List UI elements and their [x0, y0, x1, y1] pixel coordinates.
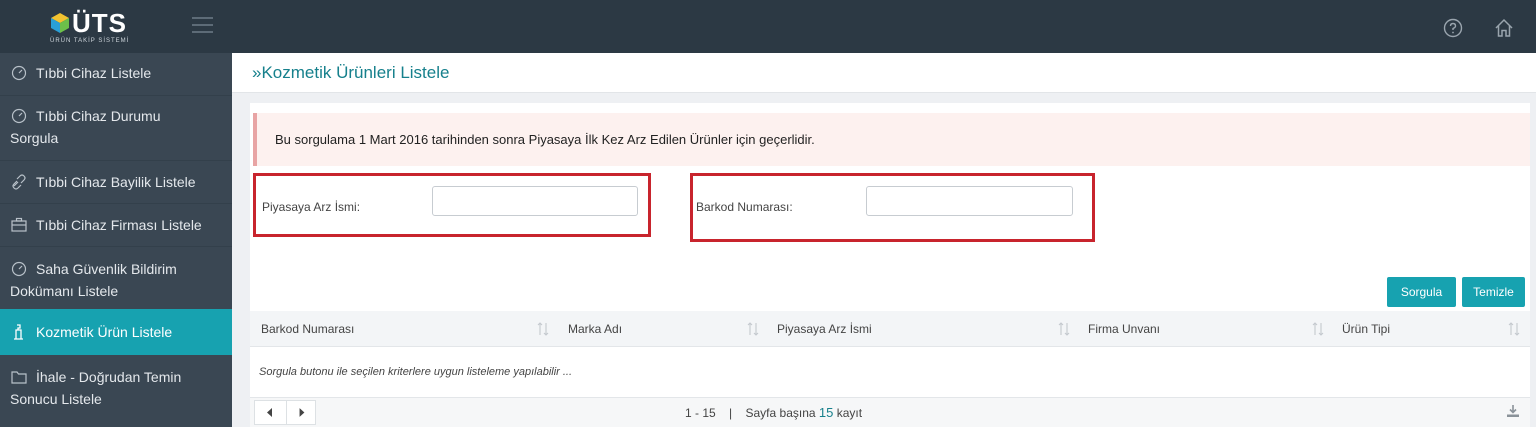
download-icon[interactable]	[1506, 404, 1520, 418]
results-table-header: Barkod Numarası Marka Adı Piyasaya Arz İ…	[250, 311, 1530, 347]
barkod-numarasi-input[interactable]	[866, 186, 1073, 216]
next-page-icon[interactable]	[286, 401, 316, 424]
sidebar-item-tibbi-cihaz-bayilik-listele[interactable]: Tıbbi Cihaz Bayilik Listele	[0, 171, 232, 193]
top-bar: ÜTS ÜRÜN TAKİP SİSTEMİ	[0, 0, 1536, 53]
sidebar-item-label: Saha Güvenlik Bildirim Dokümanı Listele	[10, 261, 177, 299]
per-page-value[interactable]: 15	[819, 405, 833, 420]
sort-icon[interactable]	[1312, 322, 1324, 336]
sort-icon[interactable]	[1058, 322, 1070, 336]
piyasaya-arz-ismi-input[interactable]	[432, 186, 638, 216]
piyasaya-arz-ismi-label: Piyasaya Arz İsmi:	[262, 200, 361, 214]
sidebar-item-label: İhale - Doğrudan Temin Sonucu Listele	[10, 369, 182, 407]
page-title-bar: »Kozmetik Ürünleri Listele	[232, 53, 1536, 93]
pager-info: 1 - 15 | Sayfa başına 15 kayıt	[685, 405, 862, 420]
cube-logo-icon	[51, 13, 69, 33]
cosmetic-icon	[14, 324, 23, 340]
link-icon	[12, 174, 26, 190]
gauge-icon	[11, 108, 27, 124]
per-page-suffix: kayıt	[836, 406, 863, 420]
sort-icon[interactable]	[747, 322, 759, 336]
column-header-firma-unvani[interactable]: Firma Unvanı	[1088, 311, 1160, 347]
sort-icon[interactable]	[1508, 322, 1520, 336]
sidebar-item-label: Tıbbi Cihaz Bayilik Listele	[36, 174, 196, 190]
sidebar-item-ihale-dogrudan-temin[interactable]: İhale - Doğrudan Temin Sonucu Listele	[0, 366, 215, 410]
sidebar-item-saha-guvenlik-bildirim[interactable]: Saha Güvenlik Bildirim Dokümanı Listele	[0, 258, 220, 302]
sidebar-item-kozmetik-urun-listele[interactable]: Kozmetik Ürün Listele	[0, 309, 232, 355]
column-header-marka[interactable]: Marka Adı	[568, 311, 622, 347]
alert-text: Bu sorgulama 1 Mart 2016 tarihinden sonr…	[275, 132, 815, 147]
logo-subtitle: ÜRÜN TAKİP SİSTEMİ	[50, 38, 130, 44]
barkod-numarasi-label: Barkod Numarası:	[696, 200, 793, 214]
sidebar-item-label: Tıbbi Cihaz Durumu Sorgula	[10, 108, 161, 146]
sidebar-item-tibbi-cihaz-durumu-sorgula[interactable]: Tıbbi Cihaz Durumu Sorgula	[0, 105, 190, 149]
sidebar-item-label: Tıbbi Cihaz Firması Listele	[36, 217, 202, 233]
uts-logo[interactable]: ÜTS ÜRÜN TAKİP SİSTEMİ	[46, 8, 136, 46]
help-icon[interactable]	[1443, 18, 1463, 38]
table-empty-row: Sorgula butonu ile seçilen kriterlere uy…	[250, 348, 1530, 398]
per-page-prefix: Sayfa başına	[745, 406, 816, 420]
page-title: »Kozmetik Ürünleri Listele	[252, 63, 450, 82]
temizle-button[interactable]: Temizle	[1462, 277, 1525, 307]
sidebar-item-label: Tıbbi Cihaz Listele	[36, 65, 152, 81]
logo-text: ÜTS	[72, 8, 127, 38]
home-icon[interactable]	[1493, 17, 1515, 39]
sidebar-item-tibbi-cihaz-firmasi-listele[interactable]: Tıbbi Cihaz Firması Listele	[0, 214, 232, 236]
menu-icon[interactable]	[192, 17, 213, 33]
sidebar: Tıbbi Cihaz Listele Tıbbi Cihaz Durumu S…	[0, 53, 232, 427]
folder-icon	[11, 371, 27, 384]
sort-icon[interactable]	[537, 322, 549, 336]
info-alert: Bu sorgulama 1 Mart 2016 tarihinden sonr…	[253, 113, 1530, 166]
gauge-icon	[11, 261, 27, 277]
pager-separator: |	[729, 406, 733, 420]
empty-message: Sorgula butonu ile seçilen kriterlere uy…	[259, 366, 573, 378]
pager-nav	[254, 400, 316, 425]
search-panel: Bu sorgulama 1 Mart 2016 tarihinden sonr…	[250, 103, 1530, 427]
column-header-piyasaya-arz[interactable]: Piyasaya Arz İsmi	[777, 311, 872, 347]
pager-range: 1 - 15	[685, 406, 716, 420]
gauge-icon	[11, 65, 27, 81]
main-content: »Kozmetik Ürünleri Listele Bu sorgulama …	[232, 53, 1536, 427]
sidebar-item-label: Kozmetik Ürün Listele	[36, 324, 173, 340]
sorgula-button[interactable]: Sorgula	[1387, 277, 1456, 307]
previous-page-icon[interactable]	[255, 401, 285, 424]
column-header-urun-tipi[interactable]: Ürün Tipi	[1342, 311, 1390, 347]
sidebar-item-tibbi-cihaz-listele[interactable]: Tıbbi Cihaz Listele	[0, 62, 232, 84]
column-header-barkod[interactable]: Barkod Numarası	[261, 311, 354, 347]
briefcase-icon	[11, 217, 27, 232]
pager: 1 - 15 | Sayfa başına 15 kayıt	[250, 398, 1530, 427]
